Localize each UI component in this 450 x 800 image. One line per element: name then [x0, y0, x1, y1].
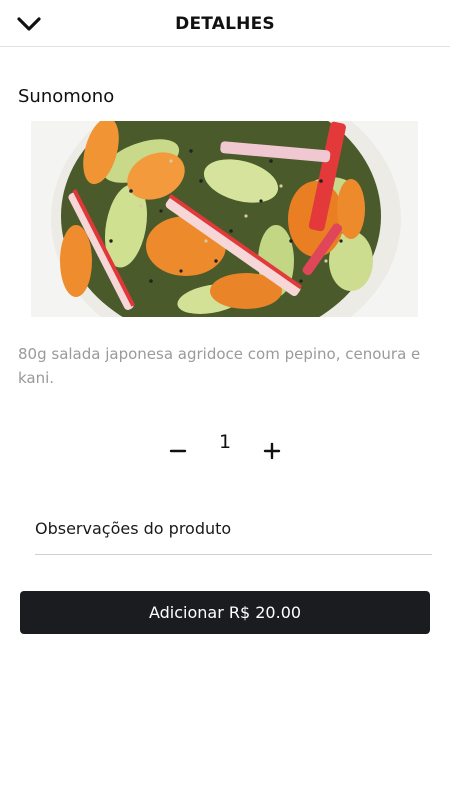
increase-quantity-button[interactable] — [258, 436, 286, 464]
product-description: 80g salada japonesa agridoce com pepino,… — [18, 345, 421, 387]
add-to-cart-label: Adicionar R$ 20.00 — [148, 603, 302, 622]
quantity-value: 1 — [218, 431, 232, 453]
product-name: Sunomono — [18, 86, 115, 107]
quantity-stepper: 1 — [150, 428, 300, 468]
page-title: DETALHES — [175, 14, 275, 34]
header-bar: DETALHES — [0, 0, 450, 47]
salad-bowl-image — [31, 121, 418, 317]
plus-icon — [263, 442, 281, 460]
product-notes-field — [35, 508, 432, 555]
decrease-quantity-button[interactable] — [164, 436, 192, 464]
product-image — [31, 121, 418, 317]
product-notes-input[interactable] — [35, 508, 432, 548]
minus-icon — [169, 449, 187, 453]
add-to-cart-button[interactable]: Adicionar R$ 20.00 — [20, 591, 430, 634]
